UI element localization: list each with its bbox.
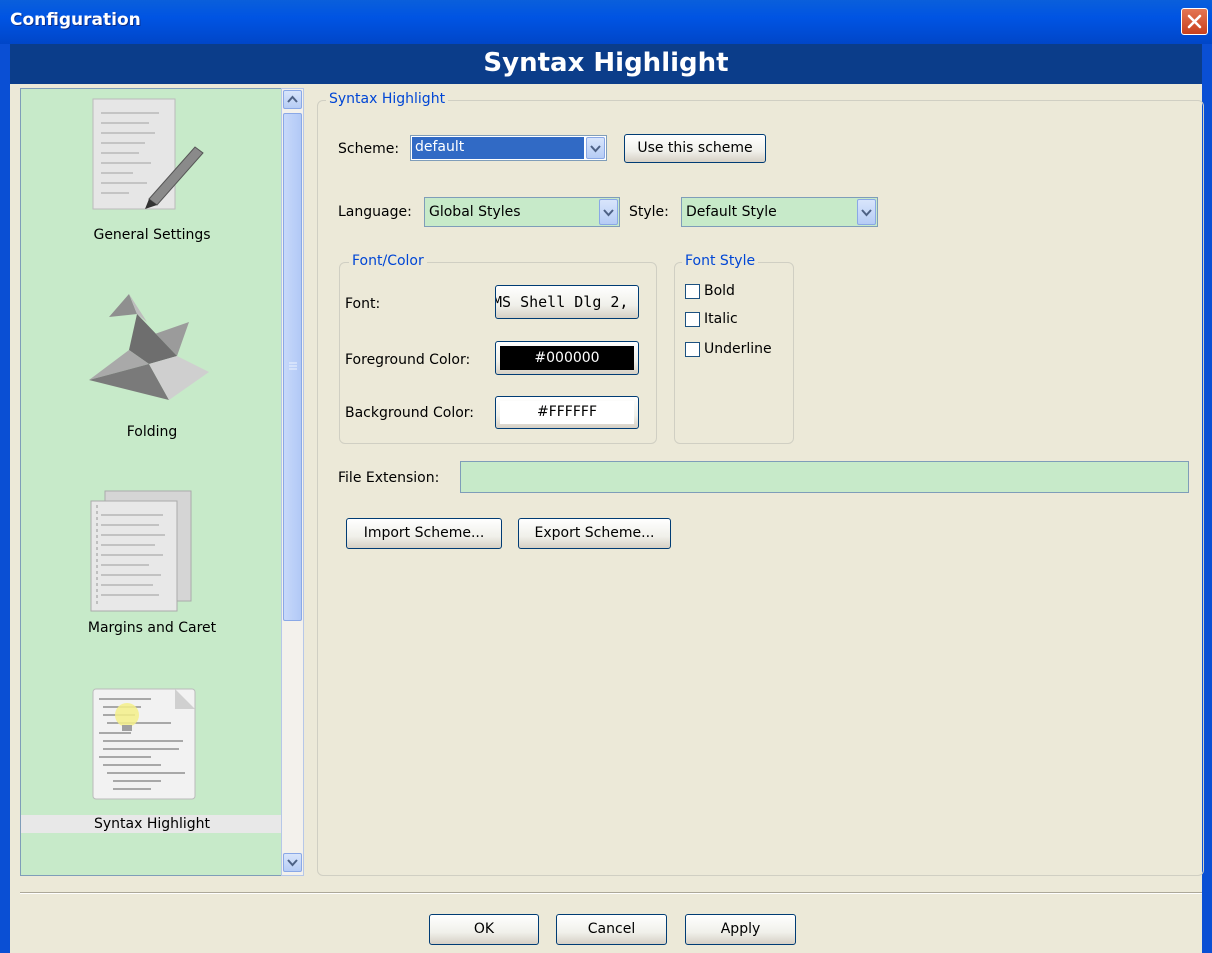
- document-pencil-icon: [92, 98, 204, 210]
- language-label: Language:: [338, 204, 412, 220]
- syntax-highlight-group-title: Syntax Highlight: [326, 91, 449, 107]
- sidebar-item-folding[interactable]: Folding: [21, 284, 283, 474]
- sidebar-item-margins-and-caret[interactable]: Margins and Caret: [21, 481, 283, 671]
- language-select[interactable]: Global Styles: [424, 197, 620, 227]
- documents-icon: [90, 490, 192, 612]
- font-label: Font:: [345, 296, 381, 312]
- background-color-value: #FFFFFF: [536, 404, 598, 420]
- scroll-down-button[interactable]: [283, 853, 302, 872]
- footer-separator: [20, 892, 1202, 894]
- use-scheme-button[interactable]: Use this scheme: [624, 134, 766, 163]
- sidebar-item-label: Margins and Caret: [87, 620, 217, 636]
- sidebar-item-label: Syntax Highlight: [21, 815, 283, 833]
- export-scheme-button[interactable]: Export Scheme...: [518, 518, 671, 549]
- foreground-color-label: Foreground Color:: [345, 352, 471, 368]
- apply-button[interactable]: Apply: [685, 914, 796, 945]
- background-color-button[interactable]: #FFFFFF: [495, 396, 639, 429]
- sidebar-item-syntax-highlight[interactable]: Syntax Highlight: [21, 677, 283, 867]
- chevron-down-icon: [603, 209, 614, 217]
- foreground-color-swatch: #000000: [500, 346, 634, 370]
- underline-checkbox-row[interactable]: Underline: [685, 341, 785, 359]
- sidebar-item-label: General Settings: [93, 227, 211, 243]
- scheme-label: Scheme:: [338, 141, 400, 157]
- chevron-up-icon: [287, 95, 298, 103]
- scroll-thumb[interactable]: [283, 113, 302, 621]
- import-scheme-button[interactable]: Import Scheme...: [346, 518, 502, 549]
- language-value: Global Styles: [429, 204, 521, 220]
- category-sidebar: General Settings Folding Margins and Car…: [20, 88, 283, 876]
- page-title: Syntax Highlight: [483, 48, 729, 78]
- italic-label: Italic: [704, 311, 738, 327]
- chevron-down-icon: [287, 859, 298, 867]
- title-bar: Configuration: [0, 0, 1212, 44]
- file-extension-label: File Extension:: [338, 470, 440, 486]
- close-icon: [1187, 14, 1202, 29]
- chevron-down-icon: [861, 209, 872, 217]
- language-dropdown-arrow[interactable]: [599, 199, 618, 225]
- page-header: Syntax Highlight: [10, 44, 1202, 84]
- close-button[interactable]: [1181, 8, 1208, 35]
- foreground-color-value: #000000: [534, 350, 600, 366]
- code-bulb-icon: [92, 688, 196, 800]
- style-value: Default Style: [686, 204, 777, 220]
- ok-button[interactable]: OK: [429, 914, 539, 945]
- background-color-swatch: #FFFFFF: [500, 401, 634, 424]
- bold-label: Bold: [704, 283, 735, 299]
- font-color-group-title: Font/Color: [349, 253, 427, 269]
- underline-checkbox[interactable]: [685, 342, 700, 357]
- font-picker-button[interactable]: MS Shell Dlg 2, 10: [495, 285, 639, 319]
- sidebar-item-label: Folding: [126, 424, 178, 440]
- italic-checkbox-row[interactable]: Italic: [685, 311, 785, 329]
- origami-icon: [89, 294, 209, 400]
- window-title: Configuration: [10, 10, 141, 30]
- underline-label: Underline: [704, 341, 772, 357]
- scheme-dropdown-arrow[interactable]: [586, 137, 605, 159]
- chevron-down-icon: [590, 145, 601, 153]
- sidebar-item-general-settings[interactable]: General Settings: [21, 89, 283, 279]
- cancel-button[interactable]: Cancel: [556, 914, 667, 945]
- style-select[interactable]: Default Style: [681, 197, 878, 227]
- bold-checkbox-row[interactable]: Bold: [685, 283, 785, 301]
- style-label: Style:: [629, 204, 669, 220]
- sidebar-scrollbar[interactable]: [281, 88, 304, 876]
- font-style-group-title: Font Style: [682, 253, 759, 269]
- scroll-up-button[interactable]: [283, 90, 302, 109]
- foreground-color-button[interactable]: #000000: [495, 341, 639, 375]
- scheme-select[interactable]: default: [410, 135, 607, 161]
- font-value: MS Shell Dlg 2, 10: [496, 293, 638, 311]
- grip-icon: [289, 362, 297, 370]
- background-color-label: Background Color:: [345, 405, 474, 421]
- window-border-left: [0, 44, 10, 953]
- italic-checkbox[interactable]: [685, 312, 700, 327]
- file-extension-input[interactable]: [460, 461, 1189, 493]
- style-dropdown-arrow[interactable]: [857, 199, 876, 225]
- scheme-value: default: [415, 139, 465, 155]
- bold-checkbox[interactable]: [685, 284, 700, 299]
